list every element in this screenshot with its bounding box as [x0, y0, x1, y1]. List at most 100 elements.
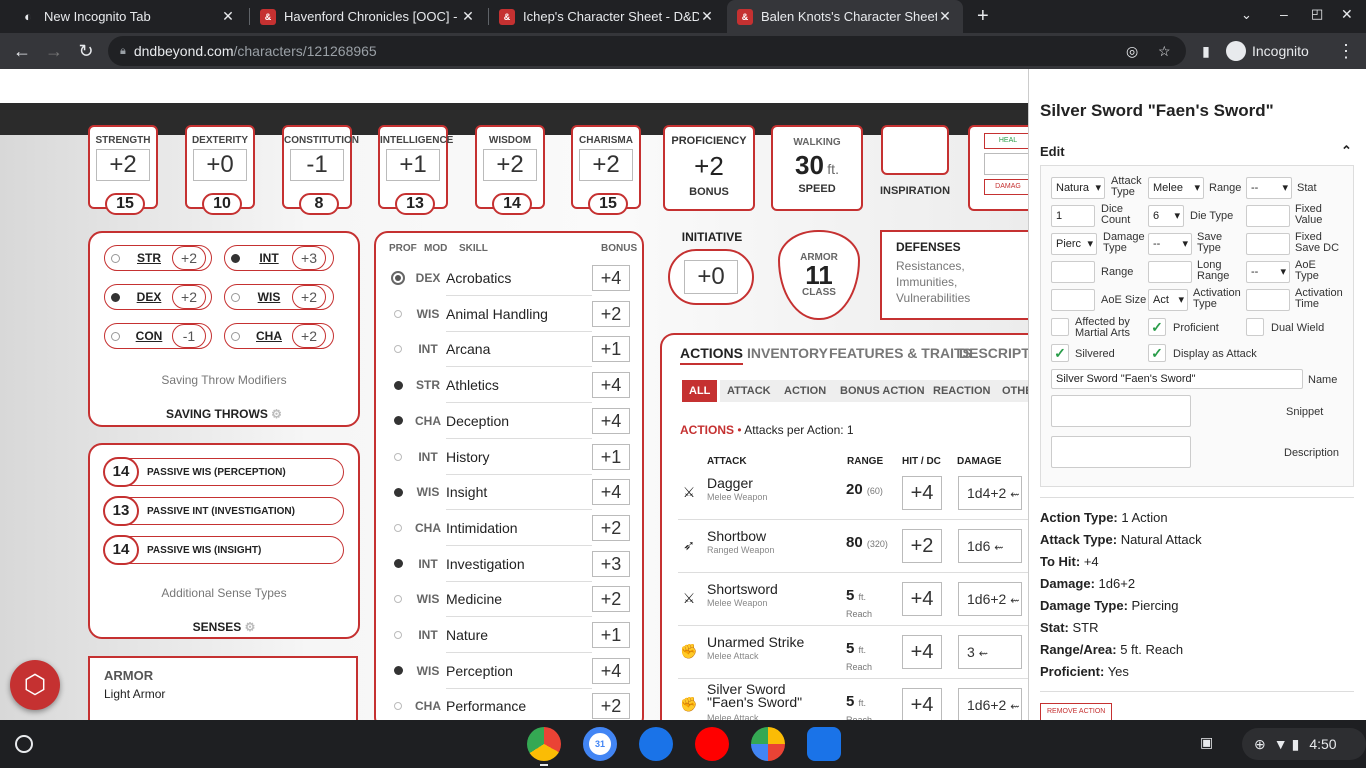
- silvered-checkbox[interactable]: ✓: [1051, 344, 1069, 362]
- forward-icon[interactable]: →: [44, 41, 64, 61]
- ability-charisma[interactable]: CHARISMA +2 15: [571, 125, 641, 215]
- status-area[interactable]: ⊕ ▼ ▮ 4:50: [1242, 728, 1366, 760]
- save-int[interactable]: INT +3: [224, 245, 334, 271]
- save-wis[interactable]: WIS +2: [224, 284, 334, 310]
- chrome-app-icon[interactable]: [527, 727, 561, 761]
- name-input[interactable]: Silver Sword "Faen's Sword": [1051, 369, 1303, 389]
- damage-roll-button[interactable]: 3 ⇜: [958, 635, 1022, 669]
- ability-intelligence[interactable]: INTELLIGENCE +1 13: [378, 125, 453, 215]
- incognito-badge[interactable]: Incognito: [1226, 37, 1309, 65]
- attack-row[interactable]: ➶ Shortbow Ranged Weapon 80 (320) +2 1d6 ⇜: [678, 520, 1028, 573]
- menu-icon[interactable]: ⋮: [1336, 41, 1356, 61]
- filter-attack[interactable]: ATTACK: [720, 380, 778, 402]
- ability-constitution[interactable]: CONSTITUTION -1 8: [282, 125, 359, 215]
- save-dex[interactable]: DEX +2: [104, 284, 212, 310]
- skill-row[interactable]: STR Athletics +4: [386, 367, 630, 404]
- inspiration[interactable]: INSPIRATION: [878, 125, 952, 211]
- damage-roll-button[interactable]: 1d6+2 ⇜: [958, 688, 1022, 720]
- activation-time-input[interactable]: [1246, 289, 1290, 311]
- save-cha[interactable]: CHA +2: [224, 323, 334, 349]
- skill-row[interactable]: WIS Insight +4: [386, 474, 630, 511]
- martial-arts-checkbox[interactable]: [1051, 318, 1069, 336]
- ability-wisdom[interactable]: WISDOM +2 14: [475, 125, 545, 215]
- attack-row[interactable]: ✊ Unarmed Strike Melee Attack 5 ft. Reach +4 3…: [678, 626, 1028, 679]
- filter-other[interactable]: OTHE: [995, 380, 1029, 402]
- fixed-save-dc-input[interactable]: [1246, 233, 1290, 255]
- hp-input[interactable]: [984, 153, 1032, 175]
- tab-actions[interactable]: ACTIONS: [680, 345, 743, 365]
- dual-wield-checkbox[interactable]: [1246, 318, 1264, 336]
- skill-row[interactable]: DEX Acrobatics +4: [386, 260, 630, 296]
- bookmark-star-icon[interactable]: ☆: [1158, 43, 1171, 60]
- skill-row[interactable]: INT History +1: [386, 439, 630, 475]
- files-app-icon[interactable]: [807, 727, 841, 761]
- gear-icon[interactable]: ⚙: [245, 620, 256, 634]
- side-panel-icon[interactable]: ▮: [1196, 41, 1216, 61]
- new-tab-icon[interactable]: +: [977, 5, 989, 28]
- to-hit-button[interactable]: +4: [902, 582, 942, 616]
- damage-type-select[interactable]: Pierc: [1051, 233, 1097, 255]
- heal-button[interactable]: HEAL: [984, 133, 1032, 149]
- damage-roll-button[interactable]: 1d4+2 ⇜: [958, 476, 1022, 510]
- ability-strength[interactable]: STRENGTH +2 15: [88, 125, 158, 215]
- ability-dexterity[interactable]: DEXTERITY +0 10: [185, 125, 255, 215]
- youtube-app-icon[interactable]: [695, 727, 729, 761]
- maximize-icon[interactable]: ◰: [1311, 6, 1323, 22]
- skill-row[interactable]: WIS Animal Handling +2: [386, 296, 630, 332]
- to-hit-button[interactable]: +4: [902, 635, 942, 669]
- tab-description[interactable]: DESCRIPTIO: [959, 345, 1029, 361]
- to-hit-button[interactable]: +4: [902, 688, 942, 720]
- attack-row[interactable]: ⚔ Shortsword Melee Weapon 5 ft. Reach +4 1d6+2…: [678, 573, 1028, 626]
- address-bar[interactable]: 🔒︎ dndbeyond.com/characters/121268965 ◎ …: [108, 36, 1186, 66]
- attack-type-select[interactable]: Natura: [1051, 177, 1105, 199]
- close-tab-icon[interactable]: ✕: [460, 8, 476, 25]
- stat-select[interactable]: --: [1246, 177, 1292, 199]
- attack-row[interactable]: ✊ Silver Sword "Faen's Sword" Melee Attack…: [678, 679, 1028, 720]
- gear-icon[interactable]: ⚙: [271, 407, 282, 421]
- tracking-off-icon[interactable]: ◎: [1126, 43, 1138, 60]
- fixed-value-input[interactable]: [1246, 205, 1290, 227]
- damage-button[interactable]: DAMAG: [984, 179, 1032, 195]
- collapse-chevron-icon[interactable]: ⌃: [1341, 143, 1352, 159]
- proficient-checkbox[interactable]: ✓: [1148, 318, 1166, 336]
- to-hit-button[interactable]: +2: [902, 529, 942, 563]
- close-tab-icon[interactable]: ✕: [220, 8, 236, 25]
- skill-row[interactable]: INT Investigation +3: [386, 546, 630, 582]
- long-range-input[interactable]: [1148, 261, 1192, 283]
- minimize-icon[interactable]: –: [1280, 6, 1288, 22]
- save-str[interactable]: STR +2: [104, 245, 212, 271]
- reload-icon[interactable]: ↻: [76, 41, 96, 61]
- tote-icon[interactable]: ▣: [1200, 734, 1213, 751]
- close-tab-icon[interactable]: ✕: [937, 8, 953, 25]
- remove-action-button[interactable]: REMOVE ACTION: [1040, 703, 1113, 720]
- messages-app-icon[interactable]: [639, 727, 673, 761]
- filter-bonus-action[interactable]: BONUS ACTION: [833, 380, 932, 402]
- proficiencies-panel[interactable]: ARMOR Light Armor: [88, 656, 358, 720]
- sense-passive-insight[interactable]: 14 PASSIVE WIS (INSIGHT): [103, 535, 344, 565]
- tab-search-icon[interactable]: ⌄: [1241, 7, 1252, 23]
- skill-row[interactable]: CHA Deception +4: [386, 403, 630, 439]
- damage-roll-button[interactable]: 1d6+2 ⇜: [958, 582, 1022, 616]
- to-hit-button[interactable]: +4: [902, 476, 942, 510]
- range-select[interactable]: Melee: [1148, 177, 1204, 199]
- tab-balen-knots[interactable]: & Balen Knots's Character Sheet - D ✕: [727, 0, 963, 33]
- aoe-type-select[interactable]: --: [1246, 261, 1290, 283]
- tab-new-incognito[interactable]: ◐ New Incognito Tab ✕: [10, 0, 246, 33]
- snippet-textarea[interactable]: [1051, 395, 1191, 427]
- filter-reaction[interactable]: REACTION: [926, 380, 998, 402]
- save-type-select[interactable]: --: [1148, 233, 1192, 255]
- defenses-panel[interactable]: DEFENSES Resistances, Immunities, Vulner…: [880, 230, 1030, 320]
- die-type-select[interactable]: 6: [1148, 205, 1184, 227]
- dice-roller-button[interactable]: ⬡: [10, 660, 60, 710]
- tab-features-traits[interactable]: FEATURES & TRAITS: [829, 345, 972, 361]
- inspiration-box[interactable]: [881, 125, 949, 175]
- skill-row[interactable]: CHA Performance +2: [386, 688, 630, 720]
- tab-ichep[interactable]: & Ichep's Character Sheet - D&D Be ✕: [489, 0, 725, 33]
- display-as-attack-checkbox[interactable]: ✓: [1148, 344, 1166, 362]
- initiative-box[interactable]: +0: [668, 249, 754, 305]
- back-icon[interactable]: ←: [12, 41, 32, 61]
- dice-count-input[interactable]: 1: [1051, 205, 1095, 227]
- skill-row[interactable]: INT Nature +1: [386, 617, 630, 653]
- skill-row[interactable]: WIS Perception +4: [386, 653, 630, 689]
- save-con[interactable]: CON -1: [104, 323, 212, 349]
